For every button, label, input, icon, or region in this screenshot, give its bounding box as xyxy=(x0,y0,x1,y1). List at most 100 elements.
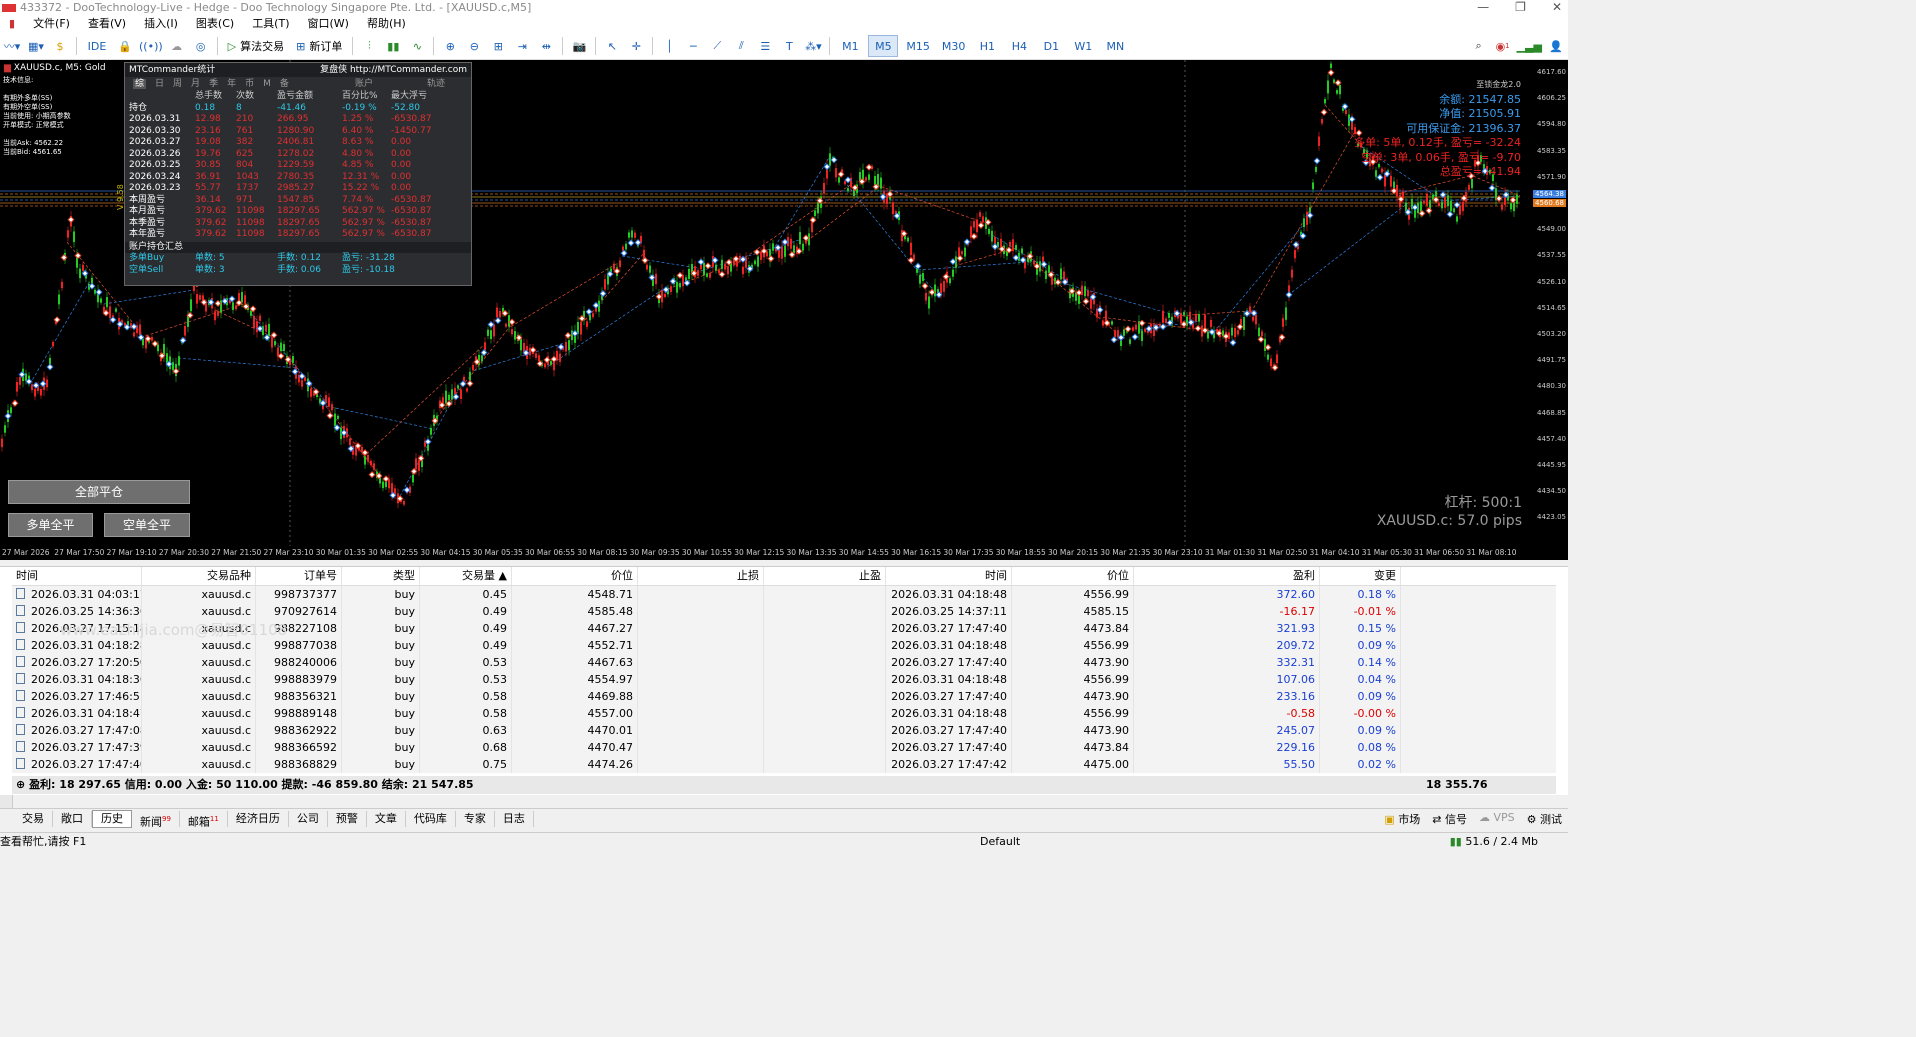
table-row[interactable]: 2026.03.27 17:47:40 xauusd.c 988368829 buy 0… xyxy=(12,756,1556,773)
minimize-icon[interactable]: — xyxy=(1477,0,1489,15)
app-menu-icon[interactable]: ▮ xyxy=(0,15,24,33)
column-header[interactable]: 盈利 xyxy=(1134,567,1320,585)
timeframe-m15[interactable]: M15 xyxy=(902,36,934,56)
stats-tab[interactable]: 月 xyxy=(191,79,200,89)
table-row[interactable]: 2026.03.25 14:36:36 xauusd.c 970927614 buy 0… xyxy=(12,603,1556,620)
globe-icon[interactable]: ◎ xyxy=(191,36,211,56)
table-row[interactable]: 2026.03.27 17:47:39 xauusd.c 988366592 buy 0… xyxy=(12,739,1556,756)
timeframe-h1[interactable]: H1 xyxy=(973,36,1001,56)
text-icon[interactable]: T xyxy=(779,36,799,56)
timeframe-h4[interactable]: H4 xyxy=(1005,36,1033,56)
timeframe-m1[interactable]: M1 xyxy=(836,36,864,56)
toolbox-tab[interactable]: 历史 xyxy=(92,810,132,828)
column-header[interactable]: 时间 xyxy=(886,567,1012,585)
stats-tab[interactable]: 周 xyxy=(173,79,182,89)
signal-icon[interactable]: ((•)) xyxy=(139,36,163,56)
lock-icon[interactable]: 🔒 xyxy=(115,36,135,56)
toolbox-tab[interactable]: 代码库 xyxy=(406,811,456,827)
price-axis[interactable]: 4617.60 4606.25 4594.80 4583.35 4571.90 4560.… xyxy=(1522,60,1568,560)
close-icon[interactable]: ✕ xyxy=(1552,0,1562,15)
toolbox-tab[interactable]: 交易 xyxy=(14,811,53,827)
line-chart-icon[interactable]: ∿ xyxy=(407,36,427,56)
column-header[interactable]: 交易品种 xyxy=(142,567,256,585)
crosshair-icon[interactable]: ✛ xyxy=(626,36,646,56)
column-header[interactable]: 时间 xyxy=(12,567,142,585)
toolbox-tab[interactable]: 经济日历 xyxy=(228,811,289,827)
zoom-in-icon[interactable]: ⊕ xyxy=(440,36,460,56)
timeframe-d1[interactable]: D1 xyxy=(1037,36,1065,56)
grid-icon[interactable]: ⊞ xyxy=(488,36,508,56)
expand-icon[interactable]: ⊕ xyxy=(16,778,25,791)
dollar-icon[interactable]: $ xyxy=(50,36,70,56)
mtcommander-stats-panel[interactable]: MTCommander统计 复盘侠 http://MTCommander.com … xyxy=(124,62,472,286)
column-header[interactable]: 止盈 xyxy=(764,567,886,585)
stats-tab[interactable]: 年 xyxy=(227,79,236,89)
timeframe-m5[interactable]: M5 xyxy=(868,35,899,57)
zoom-out-icon[interactable]: ⊖ xyxy=(464,36,484,56)
trendline-icon[interactable]: ⟋ xyxy=(707,36,727,56)
history-table[interactable]: 时间 交易品种 订单号 类型 交易量 ▲ 价位 止损 止盈 时间 价位 盈利 变更 2026.03.3… xyxy=(0,566,1568,795)
close-all-button[interactable]: 全部平仓 xyxy=(8,480,190,504)
toolbox-tab[interactable]: 敞口 xyxy=(53,811,92,827)
close-long-button[interactable]: 多单全平 xyxy=(8,513,93,537)
algo-trading-button[interactable]: ▷ 算法交易 xyxy=(224,36,288,56)
toolbox-tab[interactable]: 预警 xyxy=(328,811,367,827)
stats-tab-account[interactable]: 账户 xyxy=(355,77,373,91)
stats-tab[interactable]: M xyxy=(263,79,271,89)
alerts-icon[interactable]: ◉ 1 xyxy=(1493,36,1513,56)
stats-tab[interactable]: 季 xyxy=(209,79,218,89)
column-header[interactable]: 价位 xyxy=(512,567,638,585)
account-icon[interactable]: 👤 xyxy=(1546,36,1566,56)
stats-tab-track[interactable]: 轨迹 xyxy=(427,77,445,91)
menu-insert[interactable]: 插入(I) xyxy=(135,15,187,33)
price-chart[interactable]: ▆ XAUUSD.c, M5: Gold 技术信息: 有期外多单(SS) 有期外… xyxy=(0,60,1568,560)
vps-tab[interactable]: ☁ VPS xyxy=(1479,811,1515,827)
cloud-icon[interactable]: ☁ xyxy=(167,36,187,56)
table-row[interactable]: 2026.03.31 04:03:17 xauusd.c 998737377 buy 0… xyxy=(12,586,1556,603)
stats-link[interactable]: 复盘侠 http://MTCommander.com xyxy=(320,63,467,77)
toolbox-tab[interactable]: 日志 xyxy=(495,811,534,827)
search-icon[interactable]: ⌕ xyxy=(1469,36,1489,56)
chart-shift-icon[interactable]: ⇹ xyxy=(536,36,556,56)
timeframe-m30[interactable]: M30 xyxy=(938,36,970,56)
table-row[interactable]: 2026.03.31 04:18:47 xauusd.c 998889148 buy 0… xyxy=(12,705,1556,722)
cursor-icon[interactable]: ↖ xyxy=(602,36,622,56)
new-chart-icon[interactable]: ▦▾ xyxy=(26,36,46,56)
toolbox-tab[interactable]: 专家 xyxy=(456,811,495,827)
stats-tab[interactable]: 备 xyxy=(280,79,289,89)
table-row[interactable]: 2026.03.31 04:18:36 xauusd.c 998883979 buy 0… xyxy=(12,671,1556,688)
menu-help[interactable]: 帮助(H) xyxy=(358,15,415,33)
column-header[interactable]: 交易量 ▲ xyxy=(420,567,512,585)
stats-tab[interactable]: 综 xyxy=(133,79,147,89)
column-header[interactable]: 订单号 xyxy=(256,567,342,585)
menu-window[interactable]: 窗口(W) xyxy=(299,15,358,33)
toolbox-tab[interactable]: 新闻99 xyxy=(132,811,180,829)
timeframe-mn[interactable]: MN xyxy=(1101,36,1129,56)
candle-chart-icon[interactable]: ▮▮ xyxy=(383,36,403,56)
stats-tab[interactable]: 币 xyxy=(245,79,254,89)
signals-tab[interactable]: ⇄ 信号 xyxy=(1432,811,1467,827)
channel-icon[interactable]: ⫽ xyxy=(731,36,751,56)
menu-file[interactable]: 文件(F) xyxy=(24,15,79,33)
toolbox-tab[interactable]: 公司 xyxy=(289,811,328,827)
table-row[interactable]: 2026.03.27 17:46:51 xauusd.c 988356321 buy 0… xyxy=(12,688,1556,705)
screenshot-icon[interactable]: 📷 xyxy=(569,36,589,56)
time-axis[interactable]: 27 Mar 2026 27 Mar 17:50 27 Mar 19:10 27 Ma… xyxy=(0,546,1568,560)
horizontal-line-icon[interactable]: ─ xyxy=(683,36,703,56)
column-header[interactable]: 止损 xyxy=(638,567,764,585)
table-row[interactable]: 2026.03.27 17:47:08 xauusd.c 988362922 buy 0… xyxy=(12,722,1556,739)
menu-chart[interactable]: 图表(C) xyxy=(187,15,243,33)
autoscroll-icon[interactable]: ⇥ xyxy=(512,36,532,56)
ide-button[interactable]: IDE xyxy=(83,36,111,56)
menu-view[interactable]: 查看(V) xyxy=(79,15,135,33)
timeframe-w1[interactable]: W1 xyxy=(1069,36,1097,56)
column-header[interactable]: 类型 xyxy=(342,567,420,585)
toolbox-tab[interactable]: 邮箱11 xyxy=(180,811,228,829)
new-order-button[interactable]: ⊞ 新订单 xyxy=(292,36,346,56)
vertical-line-icon[interactable]: │ xyxy=(659,36,679,56)
market-tab[interactable]: ▣ 市场 xyxy=(1384,811,1420,827)
tester-tab[interactable]: ⚙ 测试 xyxy=(1527,811,1562,827)
table-row[interactable]: 2026.03.27 17:20:50 xauusd.c 988240006 buy 0… xyxy=(12,654,1556,671)
shapes-icon[interactable]: ⁂▾ xyxy=(803,36,823,56)
close-short-button[interactable]: 空单全平 xyxy=(104,513,190,537)
